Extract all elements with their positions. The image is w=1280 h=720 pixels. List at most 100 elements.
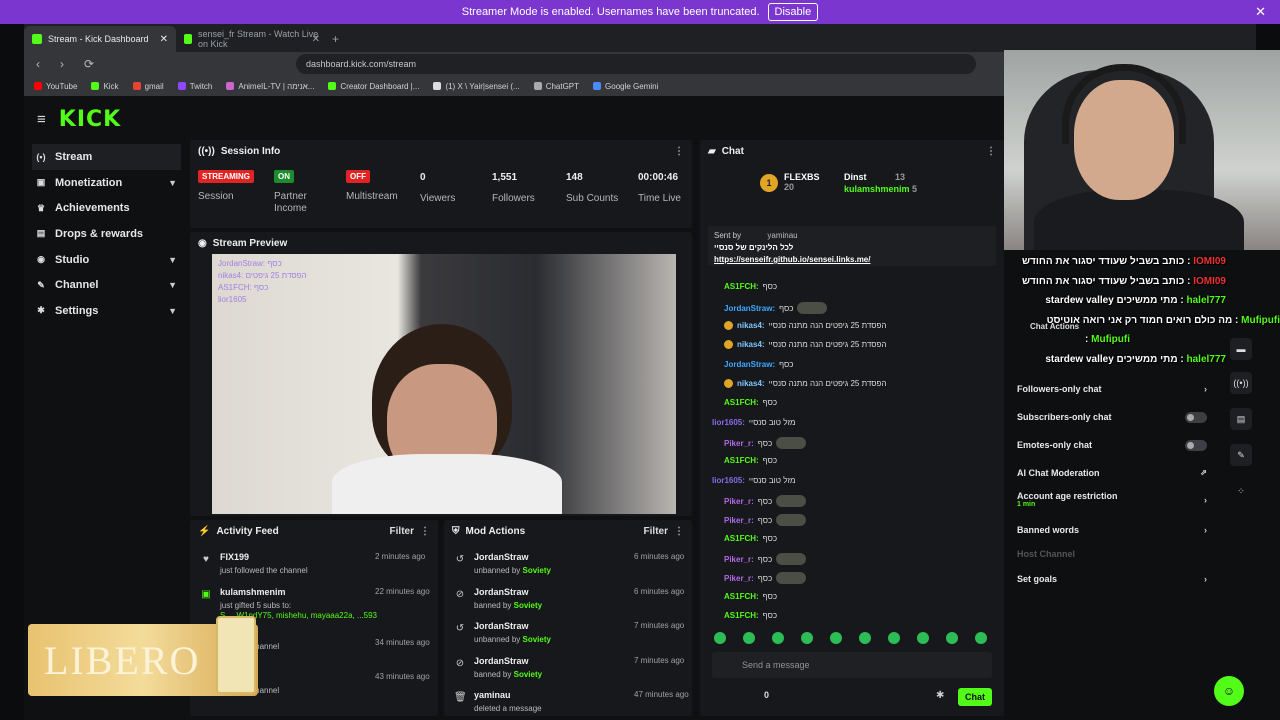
more-icon[interactable]: ⋮ [420, 526, 430, 537]
kick-logo[interactable]: KICK [59, 107, 121, 132]
chat-username[interactable]: Piker_r: [724, 574, 754, 583]
account-age-restriction[interactable]: Account age restriction 1 min › [1017, 491, 1207, 508]
chat-toggle-icon[interactable]: ▬ [1230, 338, 1252, 360]
chat-message[interactable]: Piker_r: כסף [724, 553, 807, 565]
bookmark-gmail[interactable]: gmail [132, 82, 164, 91]
followers-only-chat[interactable]: Followers-only chat › [1017, 384, 1207, 394]
layout-icon[interactable]: ▤ [1230, 408, 1252, 430]
chat-username[interactable]: AS1FCH: [724, 592, 759, 601]
emote-icon[interactable] [975, 632, 987, 644]
set-goals[interactable]: Set goals › [1017, 574, 1207, 584]
toggle-switch[interactable] [1185, 412, 1207, 423]
chat-username[interactable]: Piker_r: [724, 439, 754, 448]
emote-icon[interactable] [888, 632, 900, 644]
chat-username[interactable]: nikas4: [737, 321, 765, 330]
emote-icon[interactable] [743, 632, 755, 644]
bookmark-x[interactable]: (1) X \ Yair|sensei (... [433, 82, 520, 91]
chat-message[interactable]: AS1FCH: כסף [724, 282, 777, 291]
chat-send-button[interactable]: Chat [958, 688, 992, 706]
emote-icon[interactable] [946, 632, 958, 644]
chat-message[interactable]: nikas4: הפסדת 25 גיפטים הנה מתנה סנסיי [724, 340, 886, 349]
chat-message[interactable]: JordanStraw: כסף [724, 360, 793, 369]
chat-settings-icon[interactable]: ✱ [936, 690, 944, 701]
chat-username[interactable]: AS1FCH: [724, 282, 759, 291]
bookmark-creator-dashboard[interactable]: Creator Dashboard |... [328, 82, 419, 91]
tab-watch-live[interactable]: sensei_fr Stream - Watch Live on Kick ✕ [176, 26, 328, 52]
bookmark-kick[interactable]: Kick [91, 82, 119, 91]
banned-words[interactable]: Banned words › [1017, 525, 1207, 535]
chat-username[interactable]: AS1FCH: [724, 534, 759, 543]
sidebar-item-stream[interactable]: (•) Stream [32, 144, 181, 170]
filter-button[interactable]: Filter [644, 526, 668, 537]
chat-message[interactable]: AS1FCH: כסף [724, 611, 777, 620]
host-channel[interactable]: Host Channel [1017, 549, 1207, 559]
chat-username[interactable]: AS1FCH: [724, 398, 759, 407]
bookmark-animeil[interactable]: AnimeIL-TV | אנימה... [226, 82, 314, 91]
ai-chat-moderation[interactable]: AI Chat Moderation ⇗ [1017, 468, 1207, 478]
chat-username[interactable]: Piker_r: [724, 555, 754, 564]
chat-message[interactable]: nikas4: הפסדת 25 גיפטים הנה מתנה סנסיי [724, 321, 886, 330]
chat-message[interactable]: JordanStraw: כסף [724, 302, 828, 314]
menu-icon[interactable]: ≡ [37, 111, 46, 128]
reload-icon[interactable]: ⟳ [84, 57, 94, 71]
url-input[interactable]: dashboard.kick.com/stream [296, 54, 976, 74]
emote-icon[interactable] [917, 632, 929, 644]
chat-message[interactable]: Piker_r: כסף [724, 495, 807, 507]
apps-icon[interactable]: ⁘ [1230, 480, 1252, 502]
broadcast-icon[interactable]: ((•)) [1230, 372, 1252, 394]
chat-username[interactable]: Piker_r: [724, 497, 754, 506]
close-tab-icon[interactable]: ✕ [312, 34, 320, 45]
chat-username[interactable]: lior1605: [712, 418, 745, 427]
close-tab-icon[interactable]: ✕ [160, 34, 168, 45]
back-icon[interactable]: ‹ [36, 57, 40, 71]
bookmark-youtube[interactable]: YouTube [34, 82, 77, 91]
emote-icon[interactable] [714, 632, 726, 644]
chat-message[interactable]: Piker_r: כסף [724, 437, 807, 449]
toggle-switch[interactable] [1185, 440, 1207, 451]
chat-username[interactable]: AS1FCH: [724, 456, 759, 465]
bookmark-gemini[interactable]: Google Gemini [593, 82, 658, 91]
pinned-message[interactable]: Sent by yaminau לכל הלינקים של סנסיי htt… [708, 226, 996, 266]
chat-username[interactable]: lior1605: [712, 476, 745, 485]
subscribers-only-chat[interactable]: Subscribers-only chat [1017, 412, 1207, 423]
forward-icon[interactable]: › [60, 57, 64, 71]
chat-username[interactable]: Piker_r: [724, 516, 754, 525]
chat-message[interactable]: Piker_r: כסף [724, 572, 807, 584]
chat-input[interactable]: Send a message [712, 652, 992, 678]
stream-video[interactable]: JordanStraw: כסף nikas4: הפסדת 25 גיפטים… [212, 254, 676, 514]
close-icon[interactable]: ✕ [1255, 4, 1266, 20]
chat-username[interactable]: nikas4: [737, 379, 765, 388]
chat-username[interactable]: nikas4: [737, 340, 765, 349]
chat-message[interactable]: AS1FCH: כסף [724, 398, 777, 407]
more-icon[interactable]: ⋮ [674, 526, 684, 537]
emote-icon[interactable] [801, 632, 813, 644]
sidebar-item-channel[interactable]: ✎ Channel ▼ [24, 272, 189, 298]
chat-message[interactable]: AS1FCH: כסף [724, 534, 777, 543]
chat-username[interactable]: JordanStraw: [724, 304, 775, 313]
disable-button[interactable]: Disable [767, 3, 819, 21]
wrench-icon[interactable]: ✎ [1230, 444, 1252, 466]
bookmark-chatgpt[interactable]: ChatGPT [533, 82, 579, 91]
emote-icon[interactable] [772, 632, 784, 644]
emotes-only-chat[interactable]: Emotes-only chat [1017, 440, 1207, 451]
more-icon[interactable]: ⋮ [986, 146, 996, 157]
chat-message[interactable]: nikas4: הפסדת 25 גיפטים הנה מתנה סנסיי [724, 379, 886, 388]
more-icon[interactable]: ⋮ [674, 146, 684, 157]
chat-username[interactable]: AS1FCH: [724, 611, 759, 620]
support-chat-icon[interactable]: ☺ [1214, 676, 1244, 706]
chat-username[interactable]: JordanStraw: [724, 360, 775, 369]
tab-kick-dashboard[interactable]: Stream - Kick Dashboard ✕ [24, 26, 176, 52]
emote-icon[interactable] [830, 632, 842, 644]
sidebar-item-monetization[interactable]: ▣ Monetization ▼ [24, 170, 189, 196]
filter-button[interactable]: Filter [390, 526, 414, 537]
chat-message[interactable]: Piker_r: כסף [724, 514, 807, 526]
sidebar-item-settings[interactable]: ✱ Settings ▼ [24, 298, 189, 324]
chat-message[interactable]: lior1605: מזל טוב סנסיי [712, 418, 796, 427]
sidebar-item-achievements[interactable]: ♛ Achievements [24, 195, 189, 221]
emote-icon[interactable] [859, 632, 871, 644]
new-tab-icon[interactable]: + [332, 26, 339, 52]
pinned-link[interactable]: https://senseifr.github.io/sensei.links.… [714, 255, 870, 264]
sidebar-item-studio[interactable]: ◉ Studio ▼ [24, 247, 189, 273]
sidebar-item-drops[interactable]: ▤ Drops & rewards [24, 221, 189, 247]
bookmark-twitch[interactable]: Twitch [177, 82, 212, 91]
